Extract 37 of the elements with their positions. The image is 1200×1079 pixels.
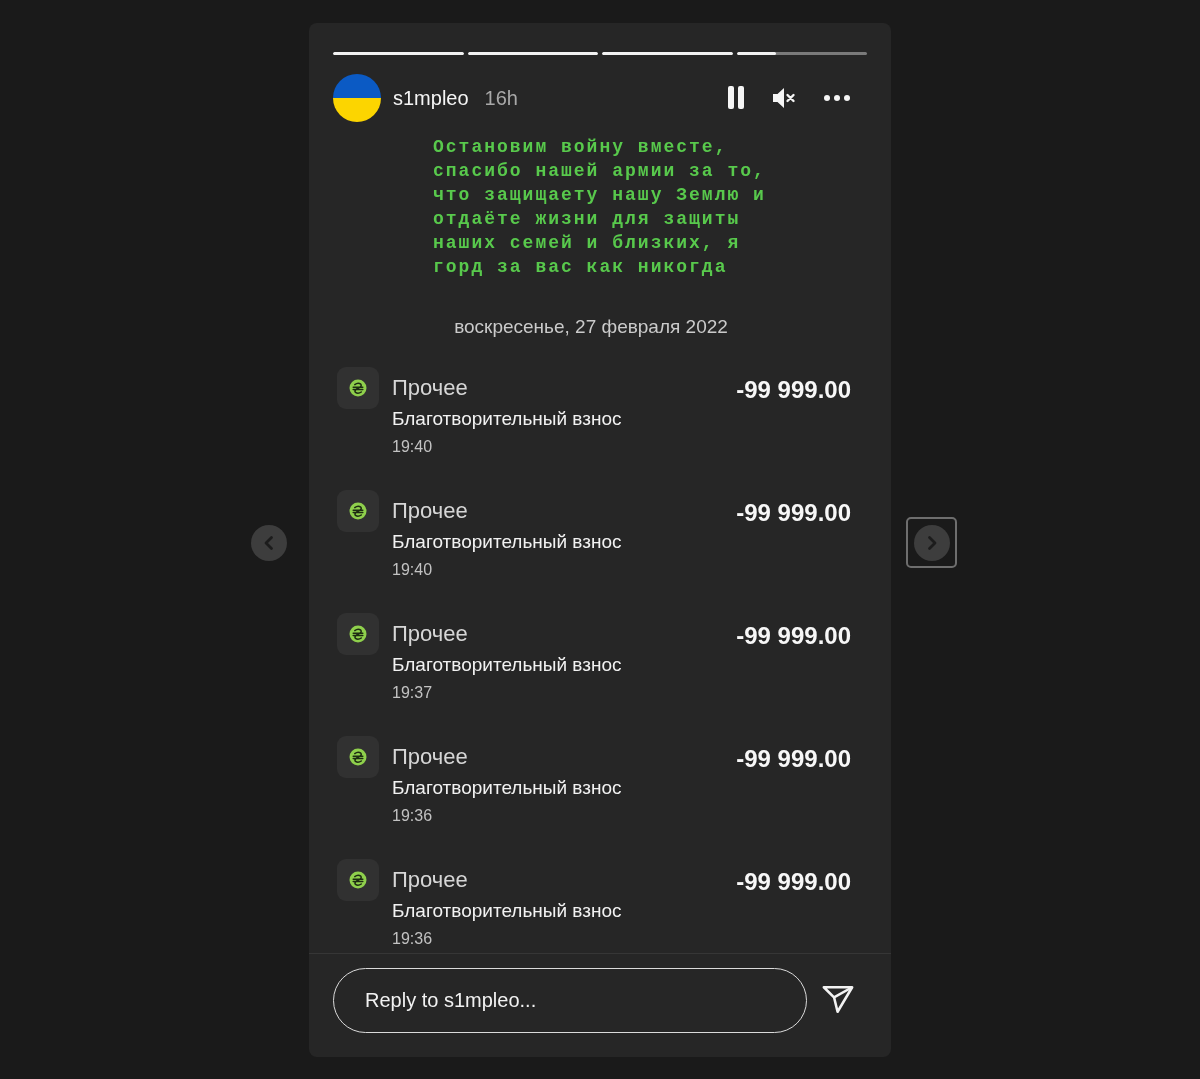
username[interactable]: s1mpleo (393, 85, 469, 110)
date-heading: воскресенье, 27 февраля 2022 (453, 315, 729, 338)
next-button[interactable] (906, 517, 957, 568)
transaction-amount: -99 999.00 (736, 376, 851, 403)
currency-coin-icon (337, 612, 379, 655)
transaction-category: Прочее (392, 620, 469, 647)
chevron-left-icon (250, 524, 287, 561)
currency-coin-icon (337, 489, 379, 532)
transaction-description: Благотворительный взнос (392, 653, 623, 676)
avatar-flag-icon[interactable] (333, 73, 381, 122)
story-message: Остановим войну вместе, спасибо нашей армии за то, что защищаету нашу Землю и отдаёте жизни для защиты наших семей и близких, я горд за вас как никогда (433, 135, 767, 279)
transaction-amount: -99 999.00 (736, 499, 851, 526)
currency-coin-icon (337, 735, 379, 778)
reply-field[interactable]: Reply to s1mpleo... (333, 967, 807, 1033)
transaction-category: Прочее (392, 743, 469, 770)
currency-coin-icon (337, 858, 379, 901)
transaction-amount: -99 999.00 (736, 868, 851, 895)
transaction-time: 19:37 (392, 682, 434, 703)
transaction-time: 19:40 (392, 559, 434, 580)
muted-speaker-icon[interactable] (772, 85, 796, 110)
transaction-category: Прочее (392, 374, 469, 401)
transaction-description: Благотворительный взнос (392, 776, 623, 799)
chevron-right-icon (913, 524, 950, 561)
currency-coin-icon (337, 366, 379, 409)
post-time: 16h (484, 85, 518, 110)
transaction-category: Прочее (392, 866, 469, 893)
transaction-amount: -99 999.00 (736, 745, 851, 772)
transaction-category: Прочее (392, 497, 469, 524)
transaction-description: Благотворительный взнос (392, 530, 623, 553)
transaction-description: Благотворительный взнос (392, 407, 623, 430)
transaction-time: 19:36 (392, 805, 434, 826)
transaction-time: 19:40 (392, 436, 434, 457)
more-icon[interactable] (824, 94, 850, 101)
transaction-description: Благотворительный взнос (392, 899, 623, 922)
transaction-amount: -99 999.00 (736, 622, 851, 649)
pause-icon[interactable] (728, 86, 744, 109)
transaction-time: 19:36 (392, 928, 434, 949)
